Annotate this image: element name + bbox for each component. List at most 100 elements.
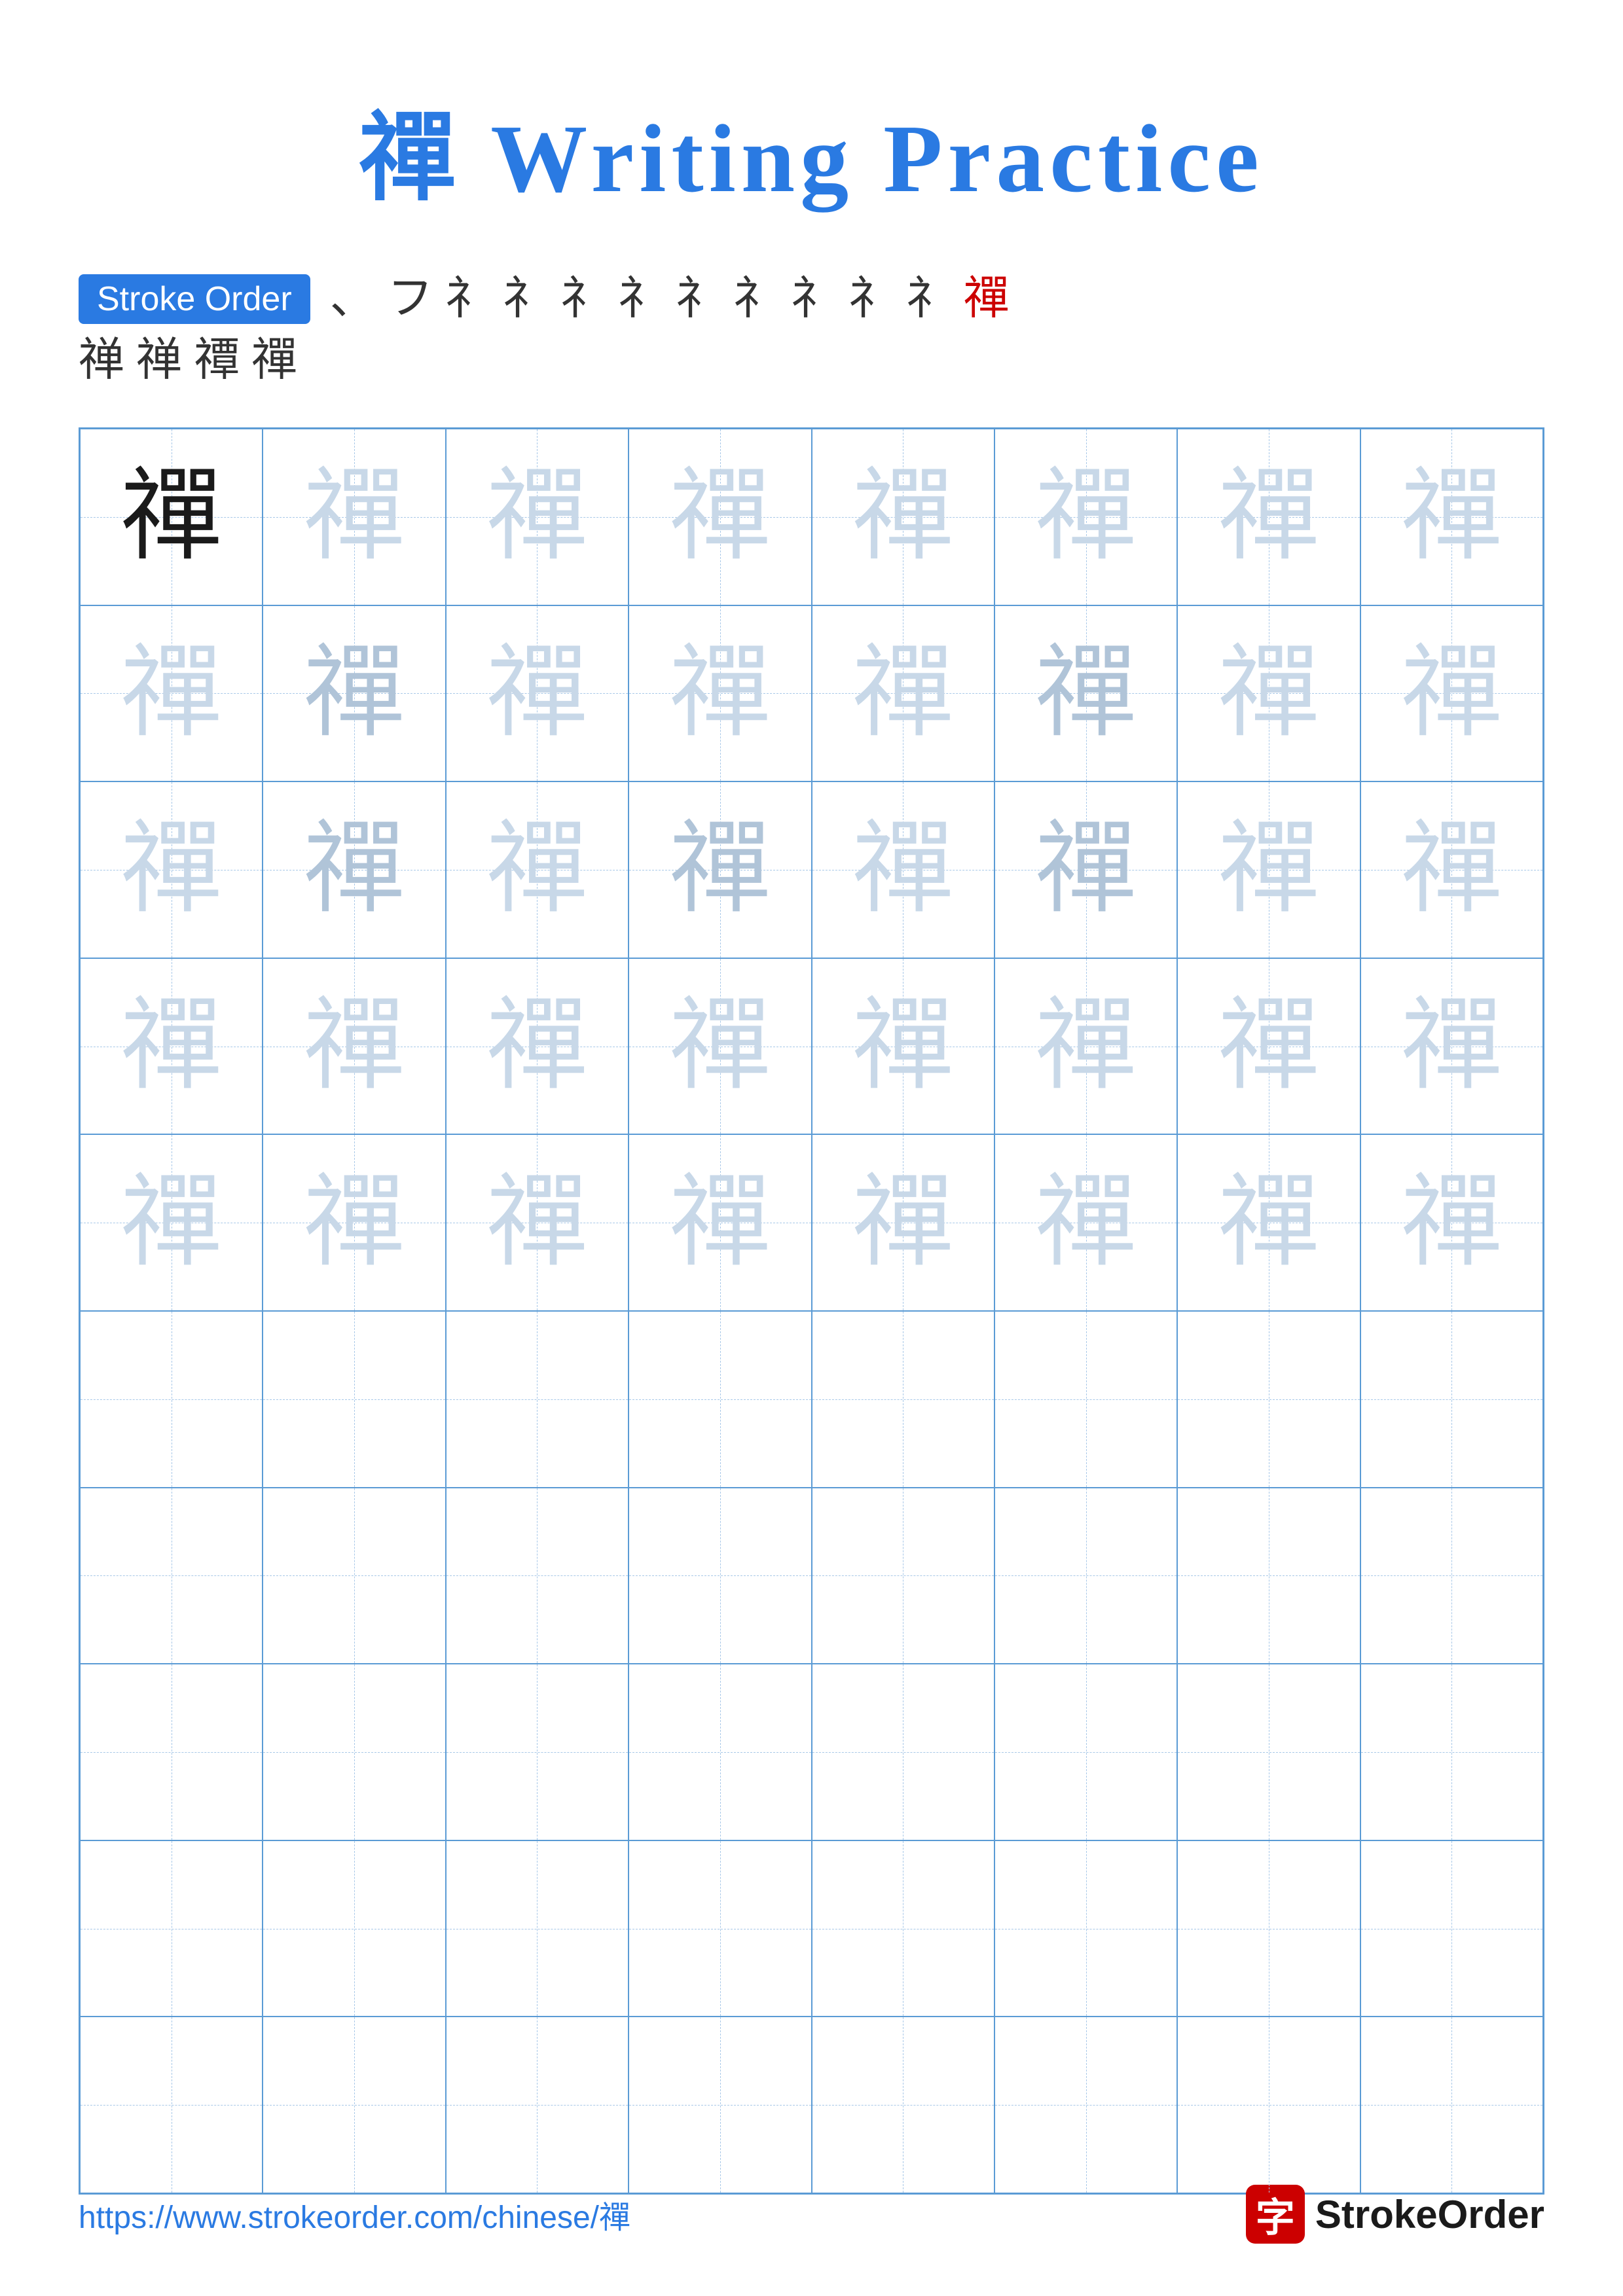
- grid-cell-r5c6[interactable]: 禪: [994, 1134, 1177, 1311]
- grid-cell-r3c7[interactable]: 禪: [1177, 781, 1360, 958]
- grid-cell-r10c2[interactable]: [263, 2017, 445, 2193]
- grid-cell-r9c5[interactable]: [812, 1840, 994, 2017]
- grid-cell-r6c3[interactable]: [446, 1311, 629, 1488]
- grid-cell-r2c8[interactable]: 禪: [1360, 605, 1543, 782]
- logo-icon: 字: [1246, 2185, 1305, 2244]
- grid-cell-r2c3[interactable]: 禪: [446, 605, 629, 782]
- stroke-char-5: 礻: [560, 272, 606, 327]
- practice-char-medium: 禪: [1035, 819, 1137, 920]
- grid-cell-r7c5[interactable]: [812, 1488, 994, 1664]
- grid-cell-r1c6[interactable]: 禪: [994, 429, 1177, 605]
- grid-cell-r3c2[interactable]: 禪: [263, 781, 445, 958]
- footer-url[interactable]: https://www.strokeorder.com/chinese/禪: [79, 2191, 630, 2237]
- grid-cell-r2c2[interactable]: 禪: [263, 605, 445, 782]
- practice-char-faded: 禪: [1401, 819, 1503, 920]
- grid-cell-r1c3[interactable]: 禪: [446, 429, 629, 605]
- grid-cell-r1c4[interactable]: 禪: [629, 429, 811, 605]
- grid-cell-r5c5[interactable]: 禪: [812, 1134, 994, 1311]
- grid-cell-r2c7[interactable]: 禪: [1177, 605, 1360, 782]
- grid-cell-r6c8[interactable]: [1360, 1311, 1543, 1488]
- footer: https://www.strokeorder.com/chinese/禪 字 …: [79, 2185, 1544, 2244]
- page-title: 禪 Writing Practice: [359, 79, 1264, 219]
- grid-cell-r7c7[interactable]: [1177, 1488, 1360, 1664]
- grid-cell-r4c2[interactable]: 禪: [263, 958, 445, 1135]
- grid-cell-r4c6[interactable]: 禪: [994, 958, 1177, 1135]
- grid-cell-r8c6[interactable]: [994, 1664, 1177, 1840]
- grid-cell-r8c5[interactable]: [812, 1664, 994, 1840]
- grid-cell-r1c8[interactable]: 禪: [1360, 429, 1543, 605]
- grid-cell-r2c6[interactable]: 禪: [994, 605, 1177, 782]
- practice-char-faded: 禪: [1035, 996, 1137, 1097]
- grid-cell-r3c4[interactable]: 禪: [629, 781, 811, 958]
- grid-cell-r5c7[interactable]: 禪: [1177, 1134, 1360, 1311]
- grid-cell-r5c1[interactable]: 禪: [80, 1134, 263, 1311]
- grid-cell-r9c4[interactable]: [629, 1840, 811, 2017]
- page: 禪 Writing Practice Stroke Order 、 フ 礻 礻 …: [0, 0, 1623, 2296]
- grid-cell-r1c5[interactable]: 禪: [812, 429, 994, 605]
- stroke-char-6: 礻: [618, 272, 664, 327]
- practice-char-faded: 禪: [120, 996, 222, 1097]
- stroke-char-7: 礻: [676, 272, 721, 327]
- grid-cell-r9c8[interactable]: [1360, 1840, 1543, 2017]
- stroke-char-3: 礻: [445, 272, 491, 327]
- grid-cell-r3c3[interactable]: 禪: [446, 781, 629, 958]
- grid-cell-r3c8[interactable]: 禪: [1360, 781, 1543, 958]
- grid-cell-r3c5[interactable]: 禪: [812, 781, 994, 958]
- grid-cell-r7c6[interactable]: [994, 1488, 1177, 1664]
- grid-cell-r10c7[interactable]: [1177, 2017, 1360, 2193]
- grid-cell-r4c4[interactable]: 禪: [629, 958, 811, 1135]
- grid-cell-r2c1[interactable]: 禪: [80, 605, 263, 782]
- grid-cell-r6c6[interactable]: [994, 1311, 1177, 1488]
- grid-cell-r10c6[interactable]: [994, 2017, 1177, 2193]
- grid-cell-r6c2[interactable]: [263, 1311, 445, 1488]
- grid-cell-r10c1[interactable]: [80, 2017, 263, 2193]
- grid-cell-r4c7[interactable]: 禪: [1177, 958, 1360, 1135]
- stroke-char-2: フ: [388, 272, 433, 327]
- grid-cell-r7c4[interactable]: [629, 1488, 811, 1664]
- grid-cell-r4c8[interactable]: 禪: [1360, 958, 1543, 1135]
- grid-cell-r3c6[interactable]: 禪: [994, 781, 1177, 958]
- grid-cell-r10c4[interactable]: [629, 2017, 811, 2193]
- grid-cell-r8c7[interactable]: [1177, 1664, 1360, 1840]
- grid-cell-r2c5[interactable]: 禪: [812, 605, 994, 782]
- grid-cell-r8c4[interactable]: [629, 1664, 811, 1840]
- grid-cell-r9c1[interactable]: [80, 1840, 263, 2017]
- grid-cell-r9c6[interactable]: [994, 1840, 1177, 2017]
- stroke-chars-row2: 禅 禅 禫 禪: [79, 333, 1544, 388]
- grid-cell-r3c1[interactable]: 禪: [80, 781, 263, 958]
- grid-cell-r7c8[interactable]: [1360, 1488, 1543, 1664]
- practice-char-faded: 禪: [486, 819, 588, 920]
- practice-char-faded: 禪: [669, 1172, 771, 1274]
- grid-cell-r8c3[interactable]: [446, 1664, 629, 1840]
- grid-cell-r9c2[interactable]: [263, 1840, 445, 2017]
- grid-cell-r6c1[interactable]: [80, 1311, 263, 1488]
- grid-cell-r1c2[interactable]: 禪: [263, 429, 445, 605]
- grid-cell-r5c2[interactable]: 禪: [263, 1134, 445, 1311]
- grid-cell-r9c7[interactable]: [1177, 1840, 1360, 2017]
- grid-cell-r4c5[interactable]: 禪: [812, 958, 994, 1135]
- stroke-chars-row1: 、 フ 礻 礻 礻 礻 礻 礻 礻 礻 礻 禪: [330, 272, 1021, 327]
- grid-cell-r2c4[interactable]: 禪: [629, 605, 811, 782]
- grid-cell-r1c1[interactable]: 禪: [80, 429, 263, 605]
- stroke-char-r2-4: 禪: [251, 333, 297, 388]
- grid-cell-r6c5[interactable]: [812, 1311, 994, 1488]
- grid-cell-r9c3[interactable]: [446, 1840, 629, 2017]
- grid-cell-r7c1[interactable]: [80, 1488, 263, 1664]
- grid-cell-r5c8[interactable]: 禪: [1360, 1134, 1543, 1311]
- grid-cell-r10c8[interactable]: [1360, 2017, 1543, 2193]
- grid-cell-r8c2[interactable]: [263, 1664, 445, 1840]
- grid-cell-r1c7[interactable]: 禪: [1177, 429, 1360, 605]
- grid-cell-r8c8[interactable]: [1360, 1664, 1543, 1840]
- grid-cell-r7c3[interactable]: [446, 1488, 629, 1664]
- grid-cell-r4c1[interactable]: 禪: [80, 958, 263, 1135]
- grid-cell-r10c3[interactable]: [446, 2017, 629, 2193]
- grid-cell-r7c2[interactable]: [263, 1488, 445, 1664]
- grid-cell-r6c7[interactable]: [1177, 1311, 1360, 1488]
- practice-grid: 禪 禪 禪 禪 禪 禪 禪 禪 禪 禪 禪: [79, 427, 1544, 2195]
- grid-cell-r10c5[interactable]: [812, 2017, 994, 2193]
- grid-cell-r5c3[interactable]: 禪: [446, 1134, 629, 1311]
- grid-cell-r8c1[interactable]: [80, 1664, 263, 1840]
- grid-cell-r4c3[interactable]: 禪: [446, 958, 629, 1135]
- grid-cell-r5c4[interactable]: 禪: [629, 1134, 811, 1311]
- grid-cell-r6c4[interactable]: [629, 1311, 811, 1488]
